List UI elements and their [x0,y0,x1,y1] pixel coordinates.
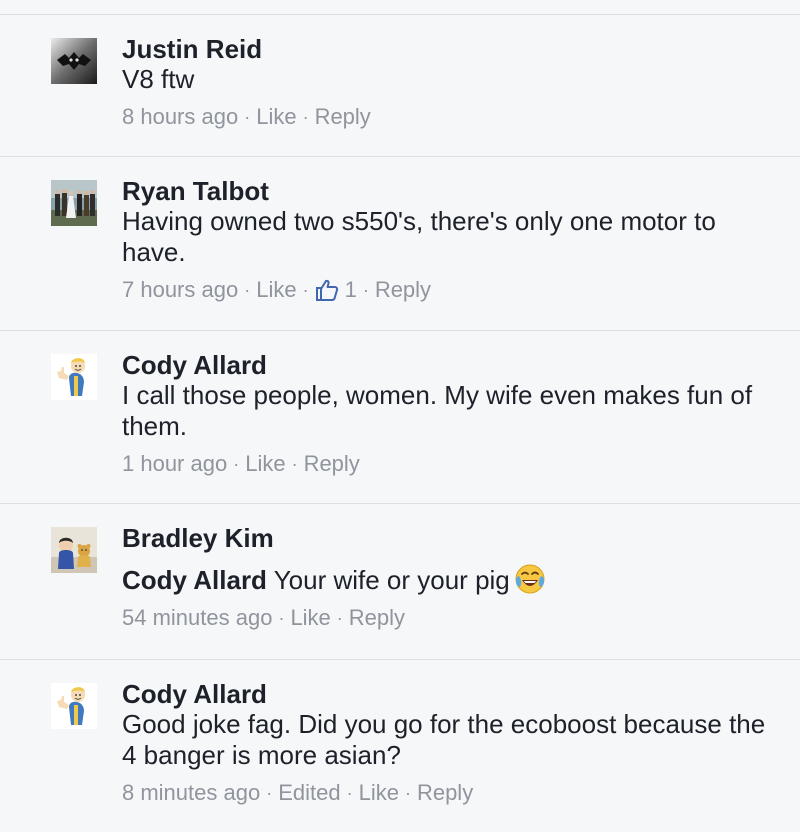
separator-dot: · [244,280,251,300]
comment-time[interactable]: 7 hours ago [122,277,238,303]
comment-author[interactable]: Ryan Talbot [122,176,782,206]
thumbs-up-icon [315,279,338,301]
separator-dot: · [404,783,411,803]
comment-body: Cody Allard Good joke fag. Did you go fo… [122,679,782,806]
comment-meta: 54 minutes ago · Like · Reply [122,605,782,631]
separator-dot: · [266,783,273,803]
vault-boy-avatar-icon [51,683,97,729]
divider [0,503,800,504]
bat-avatar-icon [51,38,97,84]
separator-dot: · [291,454,298,474]
comment-time[interactable]: 1 hour ago [122,451,227,477]
comment-author[interactable]: Cody Allard [122,350,782,380]
comment-text: Having owned two s550's, there's only on… [122,206,716,267]
like-button[interactable]: Like [359,780,399,806]
comment-author[interactable]: Cody Allard [122,679,782,709]
comment-author[interactable]: Bradley Kim [122,523,782,553]
reply-button[interactable]: Reply [304,451,360,477]
comment-body: Bradley Kim Cody Allard Your wife or you… [122,523,782,631]
comment-time[interactable]: 8 hours ago [122,104,238,130]
wedding-group-avatar-icon [51,180,97,226]
separator-dot: · [362,280,369,300]
avatar[interactable] [51,527,97,573]
tears-of-joy-icon [514,563,546,595]
comment-body: Ryan Talbot Having owned two s550's, the… [122,176,782,303]
like-count-value: 1 [344,277,357,302]
comment-meta: 1 hour ago · Like · Reply [122,451,782,477]
child-with-teddy-avatar-icon [51,527,97,573]
edited-label[interactable]: Edited [278,780,340,806]
comment-text: Good joke fag. Did you go for the ecoboo… [122,709,766,770]
like-button[interactable]: Like [290,605,330,631]
avatar[interactable] [51,38,97,84]
separator-dot: · [346,783,353,803]
separator-dot: · [233,454,240,474]
separator-dot: · [336,608,343,628]
comment-text: V8 ftw [122,64,195,94]
avatar[interactable] [51,180,97,226]
reply-button[interactable]: Reply [315,104,371,130]
avatar[interactable] [51,354,97,400]
comment-body: Justin Reid V8 ftw 8 hours ago · Like · … [122,34,782,130]
like-button[interactable]: Like [245,451,285,477]
like-count[interactable]: 1 [315,277,357,303]
comment-text-content: Your wife or your pig [266,565,510,595]
mention-link[interactable]: Cody Allard [122,565,267,595]
avatar[interactable] [51,683,97,729]
comment-meta: 8 minutes ago · Edited · Like · Reply [122,780,782,806]
like-button[interactable]: Like [256,104,296,130]
divider [0,14,800,15]
like-button[interactable]: Like [256,277,296,303]
separator-dot: · [244,107,251,127]
divider [0,330,800,331]
divider [0,659,800,660]
comment-meta: 7 hours ago · Like · 1 · Reply [122,277,782,303]
comment-thread: Justin Reid V8 ftw 8 hours ago · Like · … [0,0,800,832]
divider [0,156,800,157]
comment-text: Cody Allard Your wife or your pig [122,563,782,596]
comment-body: Cody Allard I call those people, women. … [122,350,782,477]
comment-time[interactable]: 8 minutes ago [122,780,260,806]
reply-button[interactable]: Reply [375,277,431,303]
comment-meta: 8 hours ago · Like · Reply [122,104,782,130]
vault-boy-avatar-icon [51,354,97,400]
separator-dot: · [302,280,309,300]
reply-button[interactable]: Reply [417,780,473,806]
separator-dot: · [302,107,309,127]
separator-dot: · [278,608,285,628]
comment-text: I call those people, women. My wife even… [122,380,753,441]
comment-time[interactable]: 54 minutes ago [122,605,272,631]
comment-author[interactable]: Justin Reid [122,34,782,64]
reply-button[interactable]: Reply [349,605,405,631]
